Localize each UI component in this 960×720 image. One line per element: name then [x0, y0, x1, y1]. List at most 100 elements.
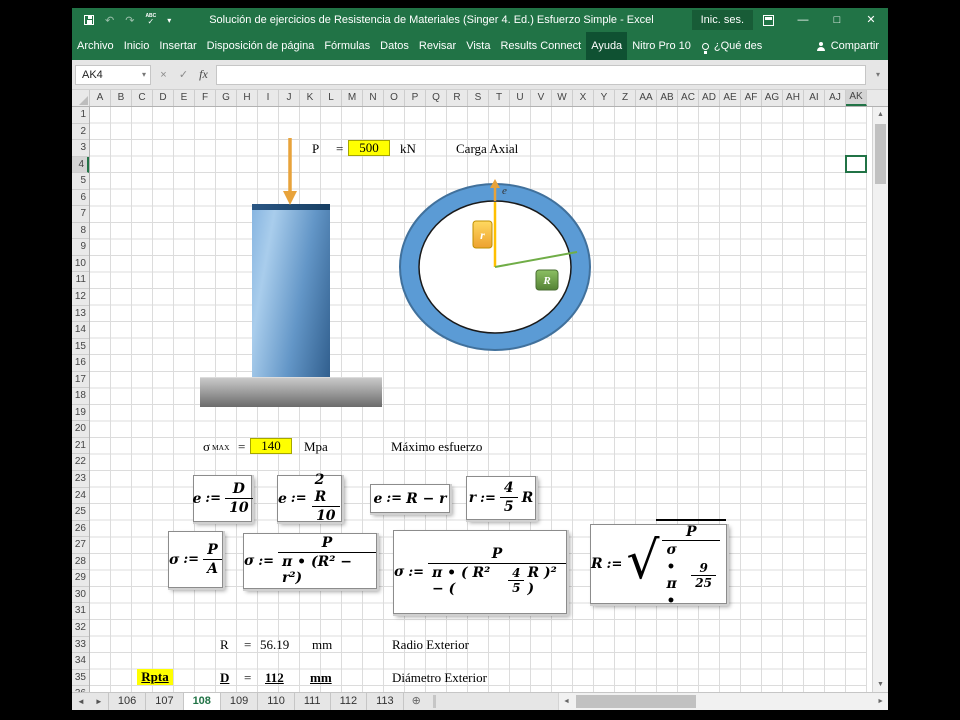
sheet-tab-109[interactable]: 109 — [221, 693, 259, 710]
spreadsheet-grid[interactable]: e r R P = 500 kN Carga Axial σ MAX = 140… — [90, 107, 872, 692]
sheet-nav-left-icon[interactable]: ◄ — [72, 693, 90, 710]
redo-icon[interactable]: ↷ — [125, 14, 134, 27]
row-header-12[interactable]: 12 — [72, 289, 89, 306]
column-header-AJ[interactable]: AJ — [825, 90, 846, 106]
column-header-G[interactable]: G — [216, 90, 237, 106]
column-header-W[interactable]: W — [552, 90, 573, 106]
formula-sigma-pa[interactable]: σ := PA — [168, 531, 223, 588]
sign-in-button[interactable]: Inic. ses. — [691, 10, 753, 30]
ribbon-tab-nitro-pro-10[interactable]: Nitro Pro 10 — [627, 32, 696, 60]
row-header-18[interactable]: 18 — [72, 388, 89, 405]
row-header-7[interactable]: 7 — [72, 206, 89, 223]
sheet-tab-112[interactable]: 112 — [331, 693, 368, 710]
column-header-Q[interactable]: Q — [426, 90, 447, 106]
column-header-AK[interactable]: AK — [846, 90, 867, 106]
name-box-dropdown-icon[interactable]: ▾ — [142, 70, 150, 79]
column-header-R[interactable]: R — [447, 90, 468, 106]
scroll-right-icon[interactable]: ► — [873, 698, 888, 705]
undo-icon[interactable]: ↶ — [105, 14, 114, 27]
ribbon-tab-insertar[interactable]: Insertar — [154, 32, 201, 60]
column-header-K[interactable]: K — [300, 90, 321, 106]
row-header-30[interactable]: 30 — [72, 587, 89, 604]
row-header-28[interactable]: 28 — [72, 554, 89, 571]
formula-sigma-nested[interactable]: σ := P π • ( R² − ( 45 R )² ) — [393, 530, 567, 614]
sheet-tab-107[interactable]: 107 — [146, 693, 184, 710]
ribbon-tab-inicio[interactable]: Inicio — [119, 32, 155, 60]
row-header-34[interactable]: 34 — [72, 653, 89, 670]
formula-bar-expand-icon[interactable]: ▾ — [871, 70, 885, 79]
close-button[interactable]: ✕ — [854, 8, 888, 32]
column-header-H[interactable]: H — [237, 90, 258, 106]
column-header-AH[interactable]: AH — [783, 90, 804, 106]
formula-R-sqrt[interactable]: R := √ P σ • π • 9 25 — [590, 518, 727, 609]
column-header-B[interactable]: B — [111, 90, 132, 106]
horizontal-scrollbar[interactable]: ◄ ► — [558, 693, 888, 710]
ribbon-tab-vista[interactable]: Vista — [461, 32, 495, 60]
vertical-scroll-thumb[interactable] — [875, 124, 886, 184]
vertical-scrollbar[interactable]: ▲ ▼ — [872, 107, 888, 692]
row-header-16[interactable]: 16 — [72, 355, 89, 372]
tab-splitter-handle[interactable] — [432, 695, 436, 708]
ribbon-tab-disposici-n-de-p-gina[interactable]: Disposición de página — [202, 32, 320, 60]
horizontal-scroll-thumb[interactable] — [575, 695, 696, 708]
scroll-down-icon[interactable]: ▼ — [873, 677, 888, 692]
row-header-9[interactable]: 9 — [72, 239, 89, 256]
select-all-corner[interactable] — [72, 90, 90, 106]
sheet-tab-106[interactable]: 106 — [109, 693, 147, 710]
ribbon-display-options-icon[interactable] — [763, 14, 774, 26]
column-header-AG[interactable]: AG — [762, 90, 783, 106]
row-header-22[interactable]: 22 — [72, 454, 89, 472]
add-sheet-icon[interactable]: ⊕ — [404, 693, 429, 710]
sheet-nav-right-icon[interactable]: ► — [90, 693, 108, 710]
column-header-L[interactable]: L — [321, 90, 342, 106]
cancel-icon[interactable]: × — [156, 69, 171, 81]
sheet-tab-108[interactable]: 108 — [183, 693, 221, 710]
formula-e-2r10[interactable]: e := 2 R 10 — [277, 472, 342, 524]
formula-e-d10[interactable]: e := D 10 — [192, 475, 253, 522]
column-header-Y[interactable]: Y — [594, 90, 615, 106]
row-header-24[interactable]: 24 — [72, 488, 89, 505]
ribbon-tab-revisar[interactable]: Revisar — [414, 32, 461, 60]
minimize-button[interactable]: — — [786, 8, 820, 32]
ribbon-tab-results-connect[interactable]: Results Connect — [495, 32, 586, 60]
column-header-X[interactable]: X — [573, 90, 594, 106]
column-header-F[interactable]: F — [195, 90, 216, 106]
row-header-19[interactable]: 19 — [72, 405, 89, 422]
formula-input[interactable] — [216, 64, 866, 85]
row-header-3[interactable]: 3 — [72, 140, 89, 157]
row-header-13[interactable]: 13 — [72, 306, 89, 323]
column-header-E[interactable]: E — [174, 90, 195, 106]
ribbon-tab-archivo[interactable]: Archivo — [72, 32, 119, 60]
row-header-17[interactable]: 17 — [72, 372, 89, 389]
sigma-value-cell[interactable]: 140 — [250, 438, 292, 454]
tell-me-box[interactable]: ¿Qué des — [701, 32, 762, 60]
save-icon[interactable] — [84, 15, 94, 25]
p-value-cell[interactable]: 500 — [348, 140, 390, 156]
row-header-20[interactable]: 20 — [72, 421, 89, 438]
ribbon-tab-f-rmulas[interactable]: Fórmulas — [319, 32, 375, 60]
row-header-11[interactable]: 11 — [72, 272, 89, 290]
column-header-T[interactable]: T — [489, 90, 510, 106]
column-header-AB[interactable]: AB — [657, 90, 678, 106]
share-button[interactable]: Compartir — [808, 32, 888, 60]
ribbon-tab-ayuda[interactable]: Ayuda — [586, 32, 628, 60]
row-header-5[interactable]: 5 — [72, 173, 89, 190]
column-header-AD[interactable]: AD — [699, 90, 720, 106]
sheet-tab-111[interactable]: 111 — [295, 693, 331, 710]
row-header-10[interactable]: 10 — [72, 256, 89, 273]
column-header-N[interactable]: N — [363, 90, 384, 106]
row-header-8[interactable]: 8 — [72, 223, 89, 240]
row-header-6[interactable]: 6 — [72, 190, 89, 207]
column-header-A[interactable]: A — [90, 90, 111, 106]
scroll-left-icon[interactable]: ◄ — [559, 698, 574, 705]
row-header-33[interactable]: 33 — [72, 637, 89, 654]
horizontal-scroll-track[interactable] — [574, 693, 873, 710]
row-header-32[interactable]: 32 — [72, 620, 89, 637]
column-header-U[interactable]: U — [510, 90, 531, 106]
row-header-29[interactable]: 29 — [72, 570, 89, 587]
sheet-tab-110[interactable]: 110 — [258, 693, 295, 710]
formula-e-r-minus-r[interactable]: e := R − r — [370, 484, 450, 513]
column-header-V[interactable]: V — [531, 90, 552, 106]
active-cell-selection[interactable] — [845, 155, 867, 173]
ribbon-tab-datos[interactable]: Datos — [375, 32, 414, 60]
